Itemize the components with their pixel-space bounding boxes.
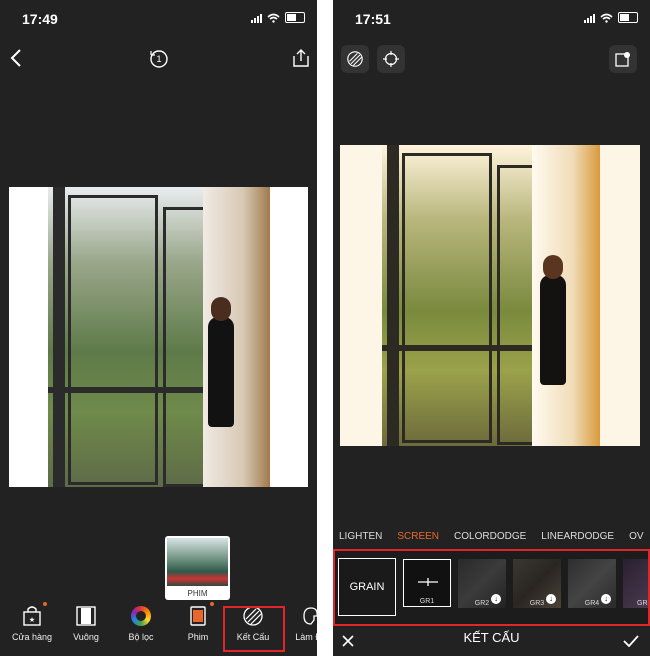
wifi-icon	[267, 13, 280, 23]
battery-icon	[618, 12, 638, 23]
tool-beauty[interactable]: Làm Đẹ	[281, 604, 317, 642]
tool-store[interactable]: ★ Cửa hàng	[2, 604, 62, 642]
right-screen: 17:51 LIGHTEN SCREEN COLORDODGE LINEARDO…	[333, 0, 650, 656]
left-screen: 17:49 1 PHIM ★ Cửa hàng Vuông Bộ lọc Phi…	[0, 0, 317, 656]
film-preview-image	[167, 538, 228, 586]
back-icon[interactable]	[6, 48, 26, 68]
notification-dot	[210, 602, 214, 606]
tool-label: Bộ lọc	[128, 632, 154, 642]
film-preview-popup[interactable]: PHIM	[165, 536, 230, 600]
blend-mode-bar: LIGHTEN SCREEN COLORDODGE LINEARDODGE OV	[339, 531, 650, 547]
blend-screen[interactable]: SCREEN	[397, 531, 439, 547]
wifi-icon	[600, 13, 613, 23]
photo-image	[48, 187, 270, 487]
bottom-bar: KẾT CẤU	[333, 626, 650, 656]
blend-lineardodge[interactable]: LINEARDODGE	[541, 531, 614, 547]
photo-canvas	[9, 187, 308, 487]
bottom-title: KẾT CẤU	[463, 630, 520, 645]
target-icon[interactable]	[377, 45, 405, 73]
texture-strip-highlight-box	[333, 549, 650, 626]
status-time: 17:51	[355, 11, 391, 27]
blend-colordodge[interactable]: COLORDODGE	[454, 531, 526, 547]
film-icon	[186, 604, 210, 628]
color-wheel-icon	[129, 604, 153, 628]
tool-square[interactable]: Vuông	[56, 604, 116, 642]
tool-label: Làm Đẹ	[295, 632, 317, 642]
blend-overlay[interactable]: OV	[629, 531, 643, 547]
tool-label: Cửa hàng	[11, 632, 53, 642]
texture-toggle-icon[interactable]	[341, 45, 369, 73]
status-bar: 17:51	[333, 0, 650, 36]
notification-dot	[43, 602, 47, 606]
confirm-check-icon[interactable]	[619, 630, 643, 652]
blend-lighten[interactable]: LIGHTEN	[339, 531, 382, 547]
texture-highlight-box	[223, 606, 285, 652]
history-count: 1	[156, 54, 162, 64]
tool-label: Phim	[187, 632, 209, 642]
status-time: 17:49	[22, 11, 58, 27]
battery-icon	[285, 12, 305, 23]
photo-canvas	[340, 145, 640, 446]
square-crop-icon	[74, 604, 98, 628]
face-icon	[299, 604, 317, 628]
history-icon[interactable]: 1	[148, 48, 170, 70]
svg-text:★: ★	[29, 616, 35, 624]
signal-icon	[251, 13, 262, 23]
tool-label: Vuông	[73, 632, 99, 642]
compare-icon[interactable]	[609, 45, 637, 73]
film-preview-label: PHIM	[187, 589, 208, 598]
signal-icon	[584, 13, 595, 23]
store-bag-icon: ★	[20, 604, 44, 628]
status-bar: 17:49	[0, 0, 317, 36]
tool-film[interactable]: Phim	[168, 604, 228, 642]
photo-image	[382, 145, 600, 446]
share-icon[interactable]	[291, 48, 311, 68]
tool-filter[interactable]: Bộ lọc	[111, 604, 171, 642]
